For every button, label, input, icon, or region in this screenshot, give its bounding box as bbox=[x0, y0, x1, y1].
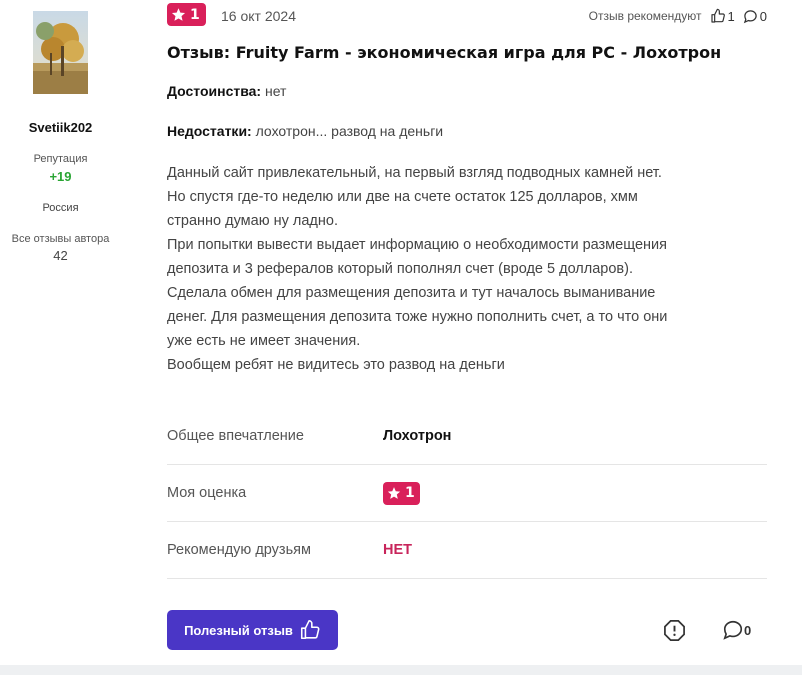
author-country: Россия bbox=[42, 202, 79, 214]
comments-button[interactable]: 0 bbox=[743, 9, 767, 24]
author-name[interactable]: Svetiik202 bbox=[0, 120, 121, 135]
pros-text: нет bbox=[265, 83, 287, 99]
review-body-line: денег. Для размещения депозита тоже нужн… bbox=[167, 309, 668, 325]
cons: Недостатки: лохотрон... развод на деньги bbox=[167, 123, 443, 139]
comment-icon bbox=[723, 620, 743, 640]
impression-label: Общее впечатление bbox=[167, 428, 304, 444]
all-reviews-count[interactable]: 42 bbox=[0, 248, 121, 263]
comments-count: 0 bbox=[759, 8, 767, 24]
pros-label: Достоинства: bbox=[167, 83, 262, 99]
useful-review-button[interactable]: Полезный отзыв bbox=[167, 610, 338, 650]
impression-value: Лохотрон bbox=[383, 428, 452, 444]
all-reviews-label[interactable]: Все отзывы автора bbox=[0, 233, 121, 245]
rating-badge: 1 bbox=[167, 3, 206, 26]
likes-count: 1 bbox=[727, 8, 735, 24]
thumbs-up-icon bbox=[300, 620, 320, 640]
review-body: Данный сайт привлекательный, на первый в… bbox=[167, 161, 767, 377]
star-icon bbox=[171, 8, 186, 21]
my-rating-label: Моя оценка bbox=[167, 485, 247, 501]
recommend-friends-label: Рекомендую друзьям bbox=[167, 542, 311, 558]
review-body-line: Вообщем ребят не видитесь это развод на … bbox=[167, 357, 505, 373]
comments-bottom-button[interactable]: 0 bbox=[722, 619, 751, 641]
summary-row-impression: Общее впечатление Лохотрон bbox=[167, 408, 767, 465]
reputation-value: +19 bbox=[49, 169, 72, 184]
my-rating-badge: 1 bbox=[383, 481, 420, 505]
cons-label: Недостатки: bbox=[167, 123, 252, 139]
comment-icon bbox=[743, 9, 757, 23]
review-body-line: Сделала обмен для размещения депозита и … bbox=[167, 285, 656, 301]
avatar[interactable] bbox=[33, 11, 88, 94]
review-title[interactable]: Отзыв: Fruity Farm - экономическая игра … bbox=[167, 43, 721, 62]
useful-review-label: Полезный отзыв bbox=[184, 622, 293, 638]
review-body-line: странно думаю ну ладно. bbox=[167, 213, 338, 229]
report-button[interactable] bbox=[663, 619, 686, 647]
like-button[interactable]: 1 bbox=[710, 8, 735, 24]
recommend-label: Отзыв рекомендуют bbox=[588, 9, 702, 23]
summary-row-rating: Моя оценка 1 bbox=[167, 465, 767, 522]
my-rating-value: 1 bbox=[405, 485, 415, 501]
summary-row-recommend: Рекомендую друзьям НЕТ bbox=[167, 522, 767, 579]
pros: Достоинства: нет bbox=[167, 83, 286, 99]
comments-bottom-count: 0 bbox=[744, 622, 752, 638]
recommend-stats: Отзыв рекомендуют 1 0 bbox=[589, 8, 767, 24]
alert-icon bbox=[664, 620, 685, 641]
rating-value: 1 bbox=[190, 6, 200, 23]
reputation-label: Репутация bbox=[33, 153, 88, 165]
review-body-line: депозита и 3 рефералов который пополнял … bbox=[167, 261, 633, 277]
review-date: 16 окт 2024 bbox=[221, 8, 296, 24]
recommend-friends-value: НЕТ bbox=[383, 542, 412, 558]
footer-divider bbox=[0, 665, 802, 675]
review-body-line: Данный сайт привлекательный, на первый в… bbox=[167, 165, 662, 181]
review-body-line: уже есть не имеет значения. bbox=[167, 333, 361, 349]
thumbs-up-icon bbox=[710, 8, 725, 23]
star-icon bbox=[387, 487, 401, 499]
review-body-line: Но спустя где-то неделю или две на счете… bbox=[167, 189, 638, 205]
summary-table: Общее впечатление Лохотрон Моя оценка 1 … bbox=[167, 408, 767, 579]
cons-text: лохотрон... развод на деньги bbox=[255, 123, 444, 139]
review-body-line: При попытки вывести выдает информацию о … bbox=[167, 237, 668, 253]
